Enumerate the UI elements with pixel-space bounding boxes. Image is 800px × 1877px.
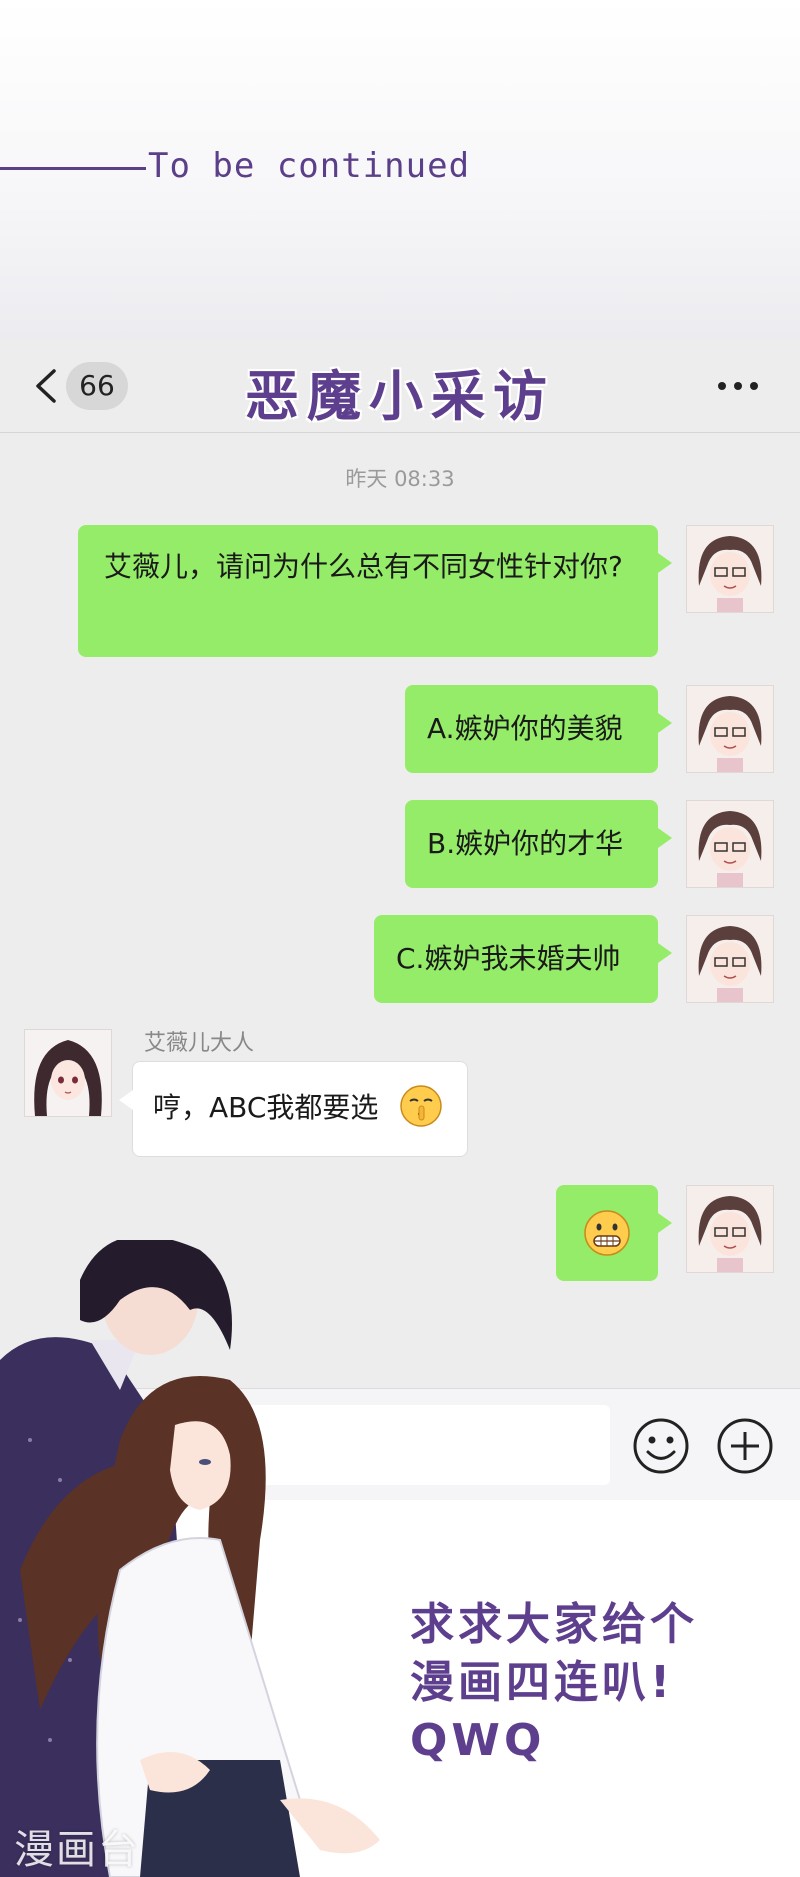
plus-icon[interactable]	[716, 1417, 774, 1475]
message-text: C.嫉妒我未婚夫帅	[396, 942, 621, 975]
watermark: 漫画台	[14, 1827, 140, 1873]
plea-line: QWQ	[410, 1715, 546, 1766]
message-text: A.嫉妒你的美貌	[427, 712, 623, 745]
unread-count-badge[interactable]: 66	[66, 362, 128, 410]
top-banner: To be continued	[0, 0, 800, 340]
sender-name: 艾薇儿大人	[144, 1031, 255, 1056]
plea-text: 求求大家给个 漫画四连叭! QWQ	[410, 1596, 790, 1770]
grin-face-emoji	[584, 1210, 630, 1256]
message-text: B.嫉妒你的才华	[427, 827, 624, 860]
avatar[interactable]	[686, 915, 774, 1003]
avatar-image	[687, 1186, 773, 1272]
plea-line: 漫画四连叭!	[410, 1657, 675, 1708]
avatar-image	[687, 526, 773, 612]
tbc-line	[0, 167, 146, 170]
chat-title: 恶魔小采访	[245, 365, 555, 428]
avatar[interactable]	[686, 525, 774, 613]
avatar-aweier[interactable]	[24, 1029, 112, 1117]
back-icon[interactable]	[30, 368, 64, 404]
avatar-image	[687, 916, 773, 1002]
message-timestamp: 昨天 08:33	[345, 467, 455, 491]
plea-line: 求求大家给个	[410, 1599, 698, 1650]
avatar[interactable]	[686, 800, 774, 888]
couple-illustration	[0, 1240, 380, 1877]
more-icon[interactable]	[716, 374, 760, 398]
avatar[interactable]	[686, 685, 774, 773]
message-text: 哼，ABC我都要选	[153, 1091, 379, 1124]
avatar-image	[687, 686, 773, 772]
to-be-continued-text: To be continued	[148, 146, 471, 186]
message-bubble[interactable]: B.嫉妒你的才华	[405, 800, 672, 888]
chat-header: 66 恶魔小采访	[0, 340, 800, 433]
message-bubble[interactable]: 哼，ABC我都要选	[119, 1061, 468, 1157]
emoji-icon[interactable]	[632, 1417, 690, 1475]
message-bubble[interactable]: A.嫉妒你的美貌	[405, 685, 672, 773]
avatar-image	[687, 801, 773, 887]
message-bubble[interactable]: 艾薇儿，请问为什么总有不同女性针对你?	[78, 525, 672, 657]
avatar[interactable]	[686, 1185, 774, 1273]
message-text: 艾薇儿，请问为什么总有不同女性针对你?	[104, 550, 623, 583]
avatar-image	[25, 1030, 111, 1116]
message-bubble[interactable]: C.嫉妒我未婚夫帅	[374, 915, 672, 1003]
message-bubble[interactable]	[556, 1185, 672, 1281]
shush-face-emoji	[400, 1085, 442, 1127]
